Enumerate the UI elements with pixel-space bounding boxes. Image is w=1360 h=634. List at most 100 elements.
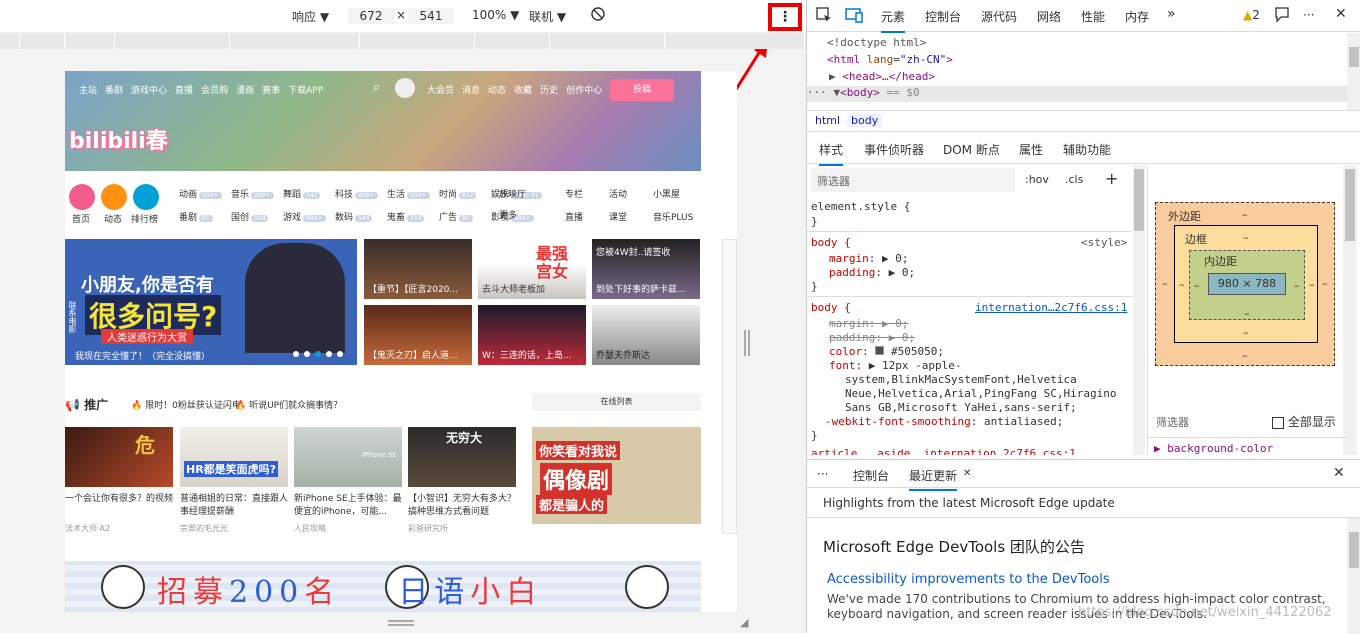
- nav-item-main[interactable]: 主站: [79, 83, 97, 96]
- rule-property[interactable]: color: #505050;: [829, 345, 944, 358]
- tab-elements[interactable]: 元素: [881, 8, 906, 33]
- quick-home-label[interactable]: 首页: [72, 212, 90, 225]
- carousel-dots[interactable]: [293, 351, 343, 357]
- extra-blackroom[interactable]: 小黑屋: [653, 187, 697, 200]
- tab-memory[interactable]: 内存: [1125, 8, 1149, 25]
- rule-selector[interactable]: body {: [811, 301, 851, 314]
- rule-source-link[interactable]: internation…2c7f6.css:1: [975, 301, 1127, 314]
- category-item[interactable]: 时尚 852: [439, 187, 491, 200]
- subtab-styles[interactable]: 样式: [819, 141, 844, 166]
- category-item[interactable]: 动画 999+: [179, 187, 231, 200]
- video-card[interactable]: 危 一个会让你有很多？的视频 法术大师·A2: [65, 427, 173, 534]
- tab-performance[interactable]: 性能: [1081, 8, 1105, 25]
- nav-item-creator[interactable]: 创作中心: [566, 83, 602, 96]
- video-thumb[interactable]: 最强宫女 去斗大师老板加: [478, 239, 586, 299]
- nav-item-history[interactable]: 历史: [540, 83, 558, 96]
- corner-resize-handle[interactable]: ◢: [740, 616, 748, 629]
- rule-selector[interactable]: body {: [811, 236, 851, 249]
- drawer-tab-console[interactable]: 控制台: [853, 467, 889, 484]
- box-content-size[interactable]: 980 × 788: [1208, 273, 1286, 295]
- rule-property[interactable]: font: ▶ 12px -apple-: [829, 359, 961, 372]
- nav-item-live[interactable]: 直播: [175, 83, 193, 96]
- styles-scrollbar[interactable]: [1133, 165, 1145, 455]
- dom-body-node-selected[interactable]: ··· ▼<body> == $0: [807, 86, 1347, 102]
- recruit-banner[interactable]: 招募200名 日语小白: [65, 561, 701, 612]
- extra-classroom[interactable]: 课堂: [609, 210, 653, 223]
- video-card[interactable]: iPhone SE 新iPhone SE上手体验：最便宜的iPhone，可能..…: [294, 427, 402, 534]
- feedback-icon[interactable]: [1273, 6, 1291, 27]
- tab-console[interactable]: 控制台: [925, 8, 961, 25]
- subtab-accessibility[interactable]: 辅助功能: [1063, 141, 1111, 158]
- computed-property[interactable]: ▶ background-color: [1154, 442, 1273, 455]
- category-item-cinema[interactable]: 放映厅 41: [499, 187, 542, 200]
- video-thumb[interactable]: 乔瑟夫乔斯达: [592, 305, 700, 365]
- nav-item-app[interactable]: 下载APP: [288, 83, 323, 96]
- drawer-scrollbar[interactable]: [1347, 518, 1360, 634]
- close-devtools-icon[interactable]: ✕: [1335, 6, 1347, 22]
- video-thumb[interactable]: W：三连的话，上岛...: [478, 305, 586, 365]
- dom-doctype[interactable]: <!doctype html>: [827, 36, 926, 49]
- element-style-rule[interactable]: element.style {: [811, 200, 910, 213]
- category-item[interactable]: 舞蹈 542: [283, 187, 335, 200]
- category-item[interactable]: 鬼畜 114: [387, 210, 439, 223]
- category-item[interactable]: 音乐 999+: [231, 187, 283, 200]
- hov-button[interactable]: :hov: [1025, 173, 1049, 186]
- promo-link[interactable]: 🔥 听说UP们就众摘事情？: [235, 398, 342, 411]
- close-drawer-icon[interactable]: ✕: [1333, 465, 1345, 481]
- new-rule-button[interactable]: +: [1105, 169, 1118, 188]
- nav-item-vip[interactable]: 大会员: [427, 83, 454, 96]
- nav-item-favorites[interactable]: 收藏: [514, 83, 532, 96]
- computed-scrollbar[interactable]: [1343, 165, 1357, 455]
- nav-item-messages[interactable]: 消息: [462, 83, 480, 96]
- nav-item-games[interactable]: 游戏中心: [131, 83, 167, 96]
- category-item[interactable]: 数码 544: [335, 210, 387, 223]
- online-list-button[interactable]: 在线列表: [532, 393, 701, 411]
- inspect-icon[interactable]: [815, 6, 833, 27]
- width-resize-handle[interactable]: [744, 330, 750, 356]
- home-icon[interactable]: [69, 184, 95, 210]
- video-thumb[interactable]: 【鬼灭之刃】启人道...: [364, 305, 472, 365]
- category-item[interactable]: 国创 108: [231, 210, 283, 223]
- tab-sources[interactable]: 源代码: [981, 8, 1017, 25]
- drawer-tab-whats-new[interactable]: 最近更新: [909, 467, 958, 491]
- throttle-dropdown[interactable]: 联机 ▼: [529, 8, 566, 25]
- video-card[interactable]: HR都是笑面虎吗? 普通相姐的日常：直接跟人事经理提薪酬 宗翠的毛光光: [180, 427, 288, 534]
- drawer-menu-icon[interactable]: ···: [817, 467, 828, 481]
- post-button[interactable]: 投稿: [610, 79, 674, 101]
- video-card[interactable]: 无穷大 【小智识】无穷大有多大？搞种思维方式看问题 彩爸研究所: [408, 427, 516, 534]
- tab-network[interactable]: 网络: [1037, 8, 1061, 25]
- height-input[interactable]: 541: [408, 8, 454, 24]
- overridden-property[interactable]: margin: ▶ 0;: [829, 317, 908, 330]
- carousel-caption[interactable]: 我现在完全懂了！（完全没搞懂）: [75, 349, 210, 362]
- promo-ad-image[interactable]: 你笑看对我说 偶像剧 都是骗人的: [532, 427, 701, 524]
- more-options-button[interactable]: ⋮: [768, 3, 802, 31]
- bilibili-logo[interactable]: bilibili春: [69, 123, 168, 155]
- video-thumb[interactable]: 您被4W封..请签收 到处下好事的萨卡兹...: [592, 239, 700, 299]
- rule-property[interactable]: -webkit-font-smoothing: antialiased;: [825, 415, 1063, 428]
- ranking-icon[interactable]: [133, 184, 159, 210]
- category-item[interactable]: 科技 999+: [335, 187, 387, 200]
- avatar[interactable]: [395, 78, 415, 98]
- article-link[interactable]: Accessibility improvements to the DevToo…: [827, 572, 1110, 587]
- device-toolbar-icon[interactable]: [845, 6, 863, 27]
- nav-item-bangumi[interactable]: 番剧: [105, 83, 123, 96]
- extra-live[interactable]: 直播: [565, 210, 609, 223]
- breadcrumb-html[interactable]: html: [811, 114, 844, 127]
- customize-menu-icon[interactable]: ···: [1303, 8, 1314, 22]
- nav-item-manga[interactable]: 漫画: [236, 83, 254, 96]
- height-resize-handle[interactable]: [388, 620, 414, 626]
- rule-property[interactable]: margin: ▶ 0;: [829, 252, 909, 265]
- more-tabs-button[interactable]: »: [1167, 6, 1176, 22]
- rotate-icon[interactable]: [590, 6, 606, 25]
- emulated-viewport[interactable]: 主站 番剧 游戏中心 直播 会员购 漫画 赛事 下载APP ⌕ 大会员 消息 动…: [65, 71, 737, 612]
- warnings-badge[interactable]: ▲2: [1243, 8, 1260, 22]
- subtab-dom-breakpoints[interactable]: DOM 断点: [943, 141, 1000, 158]
- category-item[interactable]: 番剧 81: [179, 210, 231, 223]
- dom-scrollbar[interactable]: [1347, 33, 1360, 110]
- extra-column[interactable]: 专栏: [565, 187, 609, 200]
- zoom-dropdown[interactable]: 100% ▼: [472, 8, 519, 22]
- dom-head-node[interactable]: ▶ <head>…</head>: [829, 70, 935, 83]
- search-icon[interactable]: ⌕: [373, 80, 380, 95]
- dynamic-icon[interactable]: [101, 184, 127, 210]
- nav-item-events[interactable]: 赛事: [262, 83, 280, 96]
